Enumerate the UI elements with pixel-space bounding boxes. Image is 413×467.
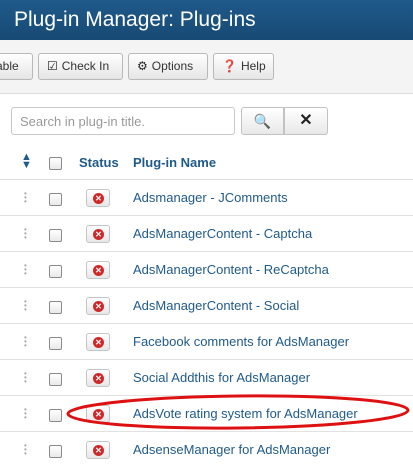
disabled-x-icon: ✕ xyxy=(93,265,104,276)
row-checkbox[interactable] xyxy=(49,445,62,458)
search-icon: 🔍 xyxy=(253,113,272,129)
check-in-button[interactable]: ☑ Check In xyxy=(38,53,123,80)
drag-handle-icon[interactable]: • • • xyxy=(24,226,27,242)
status-column-header[interactable]: Status xyxy=(79,155,119,170)
options-label: Options xyxy=(151,59,194,73)
row-checkbox[interactable] xyxy=(49,265,62,278)
table-row: • • • ✕ AdsManagerContent - ReCaptcha xyxy=(0,252,413,288)
question-circle-icon: ❓ xyxy=(222,59,237,73)
plugin-name-link[interactable]: Facebook comments for AdsManager xyxy=(133,334,349,349)
enable-button[interactable]: able xyxy=(0,53,33,80)
page-header: Plug-in Manager: Plug-ins xyxy=(0,0,413,40)
search-button[interactable]: 🔍 xyxy=(241,107,284,135)
disabled-x-icon: ✕ xyxy=(93,337,104,348)
plugin-name-link[interactable]: Social Addthis for AdsManager xyxy=(133,370,310,385)
status-toggle[interactable]: ✕ xyxy=(86,297,110,315)
disabled-x-icon: ✕ xyxy=(93,409,104,420)
drag-handle-icon[interactable]: • • • xyxy=(24,406,27,422)
toolbar: able ☑Check In ⚙Options ❓Help xyxy=(0,40,413,94)
drag-handle-icon[interactable]: • • • xyxy=(24,262,27,278)
help-button[interactable]: ❓ Help xyxy=(213,53,274,80)
table-row: • • • ✕ AdsVote rating system for AdsManag… xyxy=(0,396,413,432)
gear-icon: ⚙ xyxy=(137,59,148,73)
disabled-x-icon: ✕ xyxy=(93,373,104,384)
status-toggle[interactable]: ✕ xyxy=(86,189,110,207)
status-toggle[interactable]: ✕ xyxy=(86,441,110,459)
plugin-name-link[interactable]: AdsManagerContent - Captcha xyxy=(133,226,312,241)
plugin-name-link[interactable]: AdsVote rating system for AdsManager xyxy=(133,406,358,421)
page-title: Plug-in Manager: Plug-ins xyxy=(14,8,256,31)
clear-search-button[interactable]: ✕ xyxy=(284,107,328,135)
enable-button-label: able xyxy=(0,59,19,73)
row-checkbox[interactable] xyxy=(49,301,62,314)
row-checkbox[interactable] xyxy=(49,373,62,386)
table-row: • • • ✕ Social Addthis for AdsManager xyxy=(0,360,413,396)
help-label: Help xyxy=(240,59,266,73)
plugin-name-link[interactable]: AdsManagerContent - Social xyxy=(133,298,299,313)
disabled-x-icon: ✕ xyxy=(93,193,104,204)
row-checkbox[interactable] xyxy=(49,229,62,242)
disabled-x-icon: ✕ xyxy=(93,301,104,312)
drag-handle-icon[interactable]: • • • xyxy=(24,442,27,458)
name-column-header[interactable]: Plug-in Name xyxy=(133,155,216,170)
row-checkbox[interactable] xyxy=(49,337,62,350)
table-header: ▲ ▼ Status Plug-in Name xyxy=(0,145,413,180)
table-row: • • • ✕ AdsenseManager for AdsManager xyxy=(0,432,413,467)
status-toggle[interactable]: ✕ xyxy=(86,225,110,243)
close-icon: ✕ xyxy=(299,112,313,129)
drag-handle-icon[interactable]: • • • xyxy=(24,190,27,206)
checkbox-checked-icon: ☑ xyxy=(47,59,58,73)
row-checkbox[interactable] xyxy=(49,193,62,206)
disabled-x-icon: ✕ xyxy=(93,229,104,240)
status-toggle[interactable]: ✕ xyxy=(86,369,110,387)
drag-handle-icon[interactable]: • • • xyxy=(24,298,27,314)
drag-handle-icon[interactable]: • • • xyxy=(24,334,27,350)
plugin-name-link[interactable]: Adsmanager - JComments xyxy=(133,190,288,205)
table-row: • • • ✕ Facebook comments for AdsManager xyxy=(0,324,413,360)
options-button[interactable]: ⚙ Options xyxy=(128,53,208,80)
plugin-name-link[interactable]: AdsManagerContent - ReCaptcha xyxy=(133,262,329,277)
table-row: • • • ✕ AdsManagerContent - Social xyxy=(0,288,413,324)
plugin-name-link[interactable]: AdsenseManager for AdsManager xyxy=(133,442,330,457)
sort-ordering-icon[interactable]: ▲ ▼ xyxy=(21,152,32,171)
status-toggle[interactable]: ✕ xyxy=(86,261,110,279)
disabled-x-icon: ✕ xyxy=(93,445,104,456)
select-all-checkbox[interactable] xyxy=(49,157,62,170)
check-in-label: Check In xyxy=(61,59,110,73)
status-toggle[interactable]: ✕ xyxy=(86,405,110,423)
table-row: • • • ✕ AdsManagerContent - Captcha xyxy=(0,216,413,252)
drag-handle-icon[interactable]: • • • xyxy=(24,370,27,386)
row-checkbox[interactable] xyxy=(49,409,62,422)
search-input[interactable] xyxy=(11,107,235,135)
status-toggle[interactable]: ✕ xyxy=(86,333,110,351)
table-row: • • • ✕ Adsmanager - JComments xyxy=(0,180,413,216)
